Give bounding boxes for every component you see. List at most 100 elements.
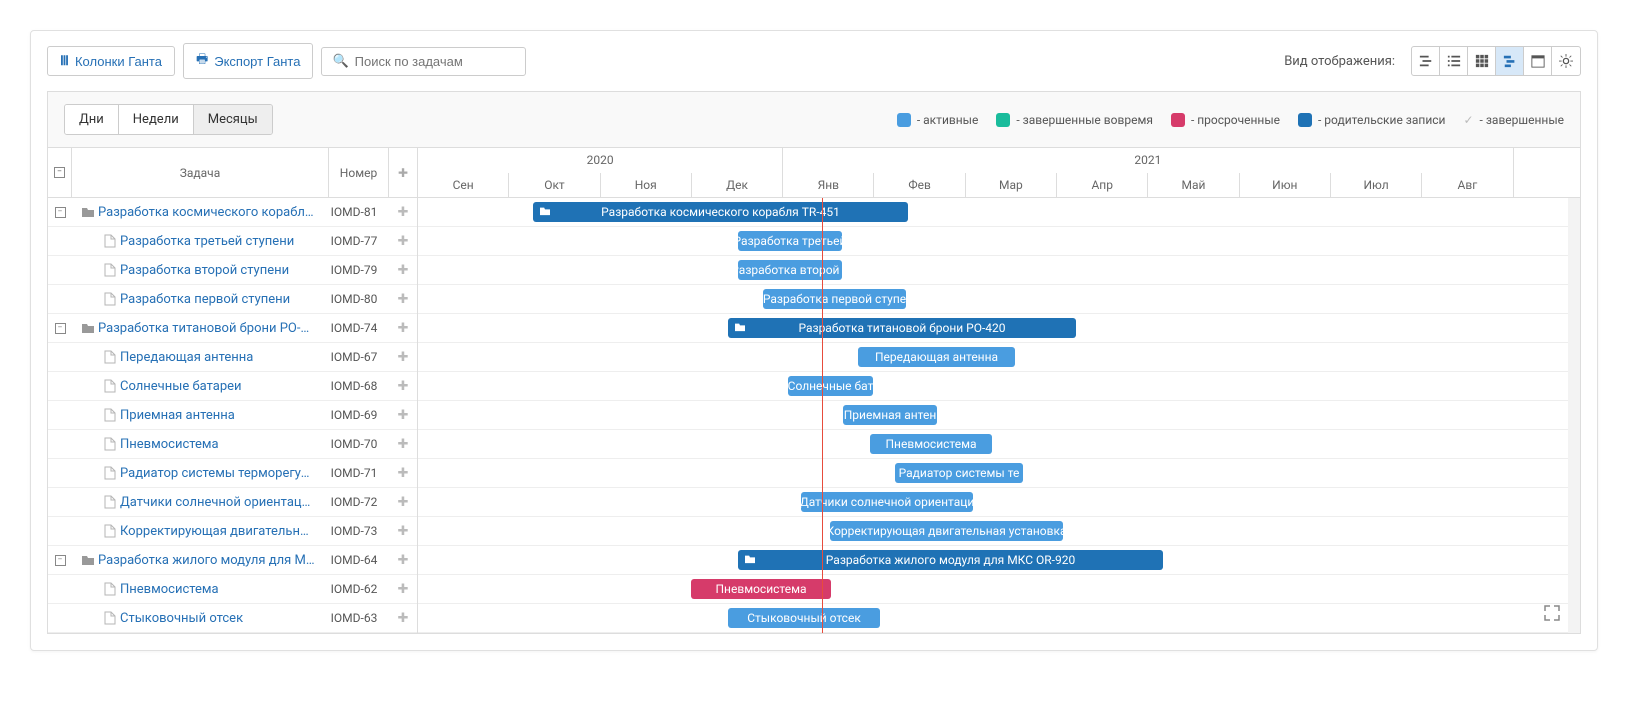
month-header: Фев <box>874 173 965 198</box>
gantt-bar-label: Корректирующая двигательная установка <box>830 521 1063 541</box>
chart-row: Разработка второй с <box>418 256 1580 285</box>
add-subtask-button[interactable]: ✚ <box>389 524 417 539</box>
add-subtask-button[interactable]: ✚ <box>389 553 417 568</box>
gantt-bar[interactable]: Датчики солнечной ориентаци <box>801 492 973 512</box>
add-subtask-button[interactable]: ✚ <box>389 408 417 423</box>
gantt-bar[interactable]: Разработка третьей <box>738 231 842 251</box>
view-calendar-icon[interactable] <box>1524 47 1552 75</box>
task-name-link[interactable]: Разработка третьей ступени <box>120 234 319 249</box>
view-tree-icon[interactable] <box>1412 47 1440 75</box>
add-subtask-button[interactable]: ✚ <box>389 379 417 394</box>
task-name-link[interactable]: Корректирующая двигательная установка <box>120 524 319 539</box>
legend-done: ✓ - завершенные <box>1463 113 1564 127</box>
file-icon <box>100 582 120 596</box>
expand-toggle[interactable]: − <box>48 323 72 334</box>
task-row: ПневмосистемаIOMD-70✚ <box>48 430 417 459</box>
add-subtask-button[interactable]: ✚ <box>389 350 417 365</box>
task-name-link[interactable]: Радиатор системы терморегулирования <box>120 466 319 481</box>
task-name-link[interactable]: Разработка первой ступени <box>120 292 319 307</box>
view-settings-icon[interactable] <box>1552 47 1580 75</box>
add-subtask-button[interactable]: ✚ <box>389 205 417 220</box>
task-name-link[interactable]: Пневмосистема <box>120 437 319 452</box>
file-icon <box>100 495 120 509</box>
chart-area[interactable]: Разработка космического корабля TR-451 Ра… <box>418 198 1580 633</box>
file-icon <box>100 437 120 451</box>
add-subtask-button[interactable]: ✚ <box>389 263 417 278</box>
gantt-bar[interactable]: Разработка первой ступе <box>763 289 906 309</box>
gantt-columns-button[interactable]: Ⅲ Колонки Ганта <box>47 46 175 76</box>
legend-swatch-parent <box>1298 113 1312 127</box>
chart-row: Датчики солнечной ориентаци <box>418 488 1580 517</box>
month-header: Авг <box>1422 173 1513 198</box>
scale-months-tab[interactable]: Месяцы <box>194 105 272 134</box>
gantt-bar[interactable]: Пневмосистема <box>691 579 831 599</box>
scrollbar[interactable] <box>1568 198 1580 633</box>
gantt-bar-label: Разработка титановой брони РО-420 <box>798 318 1005 338</box>
task-name-link[interactable]: Передающая антенна <box>120 350 319 365</box>
task-name-link[interactable]: Солнечные батареи <box>120 379 319 394</box>
chart-row: Приемная антен <box>418 401 1580 430</box>
task-name-link[interactable]: Разработка титановой брони РО-420 <box>98 321 319 336</box>
month-header: Апр <box>1057 173 1148 198</box>
gantt-bar[interactable]: Разработка космического корабля TR-451 <box>533 202 908 222</box>
add-subtask-button[interactable]: ✚ <box>389 495 417 510</box>
gantt-export-button[interactable]: 🖶 Экспорт Ганта <box>183 43 314 79</box>
task-name-link[interactable]: Приемная антенна <box>120 408 319 423</box>
add-column-button[interactable]: ✚ <box>389 148 417 197</box>
gantt-bar[interactable]: Разработка второй с <box>738 260 842 280</box>
gantt-bar[interactable]: Приемная антен <box>843 405 937 425</box>
month-header: Дек <box>692 173 783 198</box>
task-name-link[interactable]: Стыковочный отсек <box>120 611 319 626</box>
timeline-header: 20202021 СенОктНояДекЯнвФевМарАпрМайИюнИ… <box>418 148 1580 198</box>
gantt-bar-label: Радиатор системы те <box>899 463 1020 483</box>
add-subtask-button[interactable]: ✚ <box>389 466 417 481</box>
task-name-link[interactable]: Датчики солнечной ориентации <box>120 495 319 510</box>
legend-active-label: - активные <box>917 113 978 127</box>
add-subtask-button[interactable]: ✚ <box>389 582 417 597</box>
add-subtask-button[interactable]: ✚ <box>389 321 417 336</box>
task-name-link[interactable]: Разработка второй ступени <box>120 263 319 278</box>
task-row: −Разработка космического корабля TR-451I… <box>48 198 417 227</box>
gantt-header: Дни Недели Месяцы - активные - завершенн… <box>48 92 1580 148</box>
legend-swatch-overdue <box>1171 113 1185 127</box>
add-subtask-button[interactable]: ✚ <box>389 611 417 626</box>
task-row: Разработка второй ступениIOMD-79✚ <box>48 256 417 285</box>
add-subtask-button[interactable]: ✚ <box>389 234 417 249</box>
scale-days-tab[interactable]: Дни <box>65 105 119 134</box>
view-gantt-icon[interactable] <box>1496 47 1524 75</box>
gantt-export-label: Экспорт Ганта <box>214 54 300 69</box>
task-name-link[interactable]: Пневмосистема <box>120 582 319 597</box>
task-row: Радиатор системы терморегулированияIOMD-… <box>48 459 417 488</box>
gantt-panel: Дни Недели Месяцы - активные - завершенн… <box>47 91 1581 634</box>
add-subtask-button[interactable]: ✚ <box>389 437 417 452</box>
gantt-body: − Задача Номер ✚ −Разработка космическог… <box>48 148 1580 633</box>
task-name-link[interactable]: Разработка космического корабля TR-451 <box>98 205 319 220</box>
expand-toggle[interactable]: − <box>48 555 72 566</box>
add-subtask-button[interactable]: ✚ <box>389 292 417 307</box>
gantt-bar[interactable]: Разработка жилого модуля для МКС OR-920 <box>738 550 1163 570</box>
gantt-bar[interactable]: Корректирующая двигательная установка <box>830 521 1063 541</box>
task-number: IOMD-68 <box>319 379 389 393</box>
gantt-bar[interactable]: Стыковочный отсек <box>728 608 880 628</box>
file-icon <box>100 292 120 306</box>
collapse-all-button[interactable]: − <box>48 148 72 197</box>
gantt-bar[interactable]: Разработка титановой брони РО-420 <box>728 318 1076 338</box>
month-header: Окт <box>509 173 600 198</box>
view-list-icon[interactable] <box>1440 47 1468 75</box>
gantt-bar[interactable]: Солнечные бат <box>788 376 873 396</box>
month-header: Сен <box>418 173 509 198</box>
expand-toggle[interactable]: − <box>48 207 72 218</box>
task-row: Солнечные батареиIOMD-68✚ <box>48 372 417 401</box>
gantt-bar[interactable]: Пневмосистема <box>870 434 992 454</box>
search-input[interactable] <box>355 54 515 69</box>
search-box[interactable]: 🔍 <box>321 47 525 76</box>
gantt-bar[interactable]: Радиатор системы те <box>895 463 1023 483</box>
fullscreen-button[interactable] <box>1544 605 1560 625</box>
view-grid-icon[interactable] <box>1468 47 1496 75</box>
gantt-bar[interactable]: Передающая антенна <box>858 347 1015 367</box>
year-header: 2020 <box>418 148 783 173</box>
month-header: Май <box>1148 173 1239 198</box>
task-name-link[interactable]: Разработка жилого модуля для МКС OR-920 <box>98 553 319 568</box>
legend-done-ontime: - завершенные вовремя <box>996 113 1153 127</box>
scale-weeks-tab[interactable]: Недели <box>119 105 194 134</box>
